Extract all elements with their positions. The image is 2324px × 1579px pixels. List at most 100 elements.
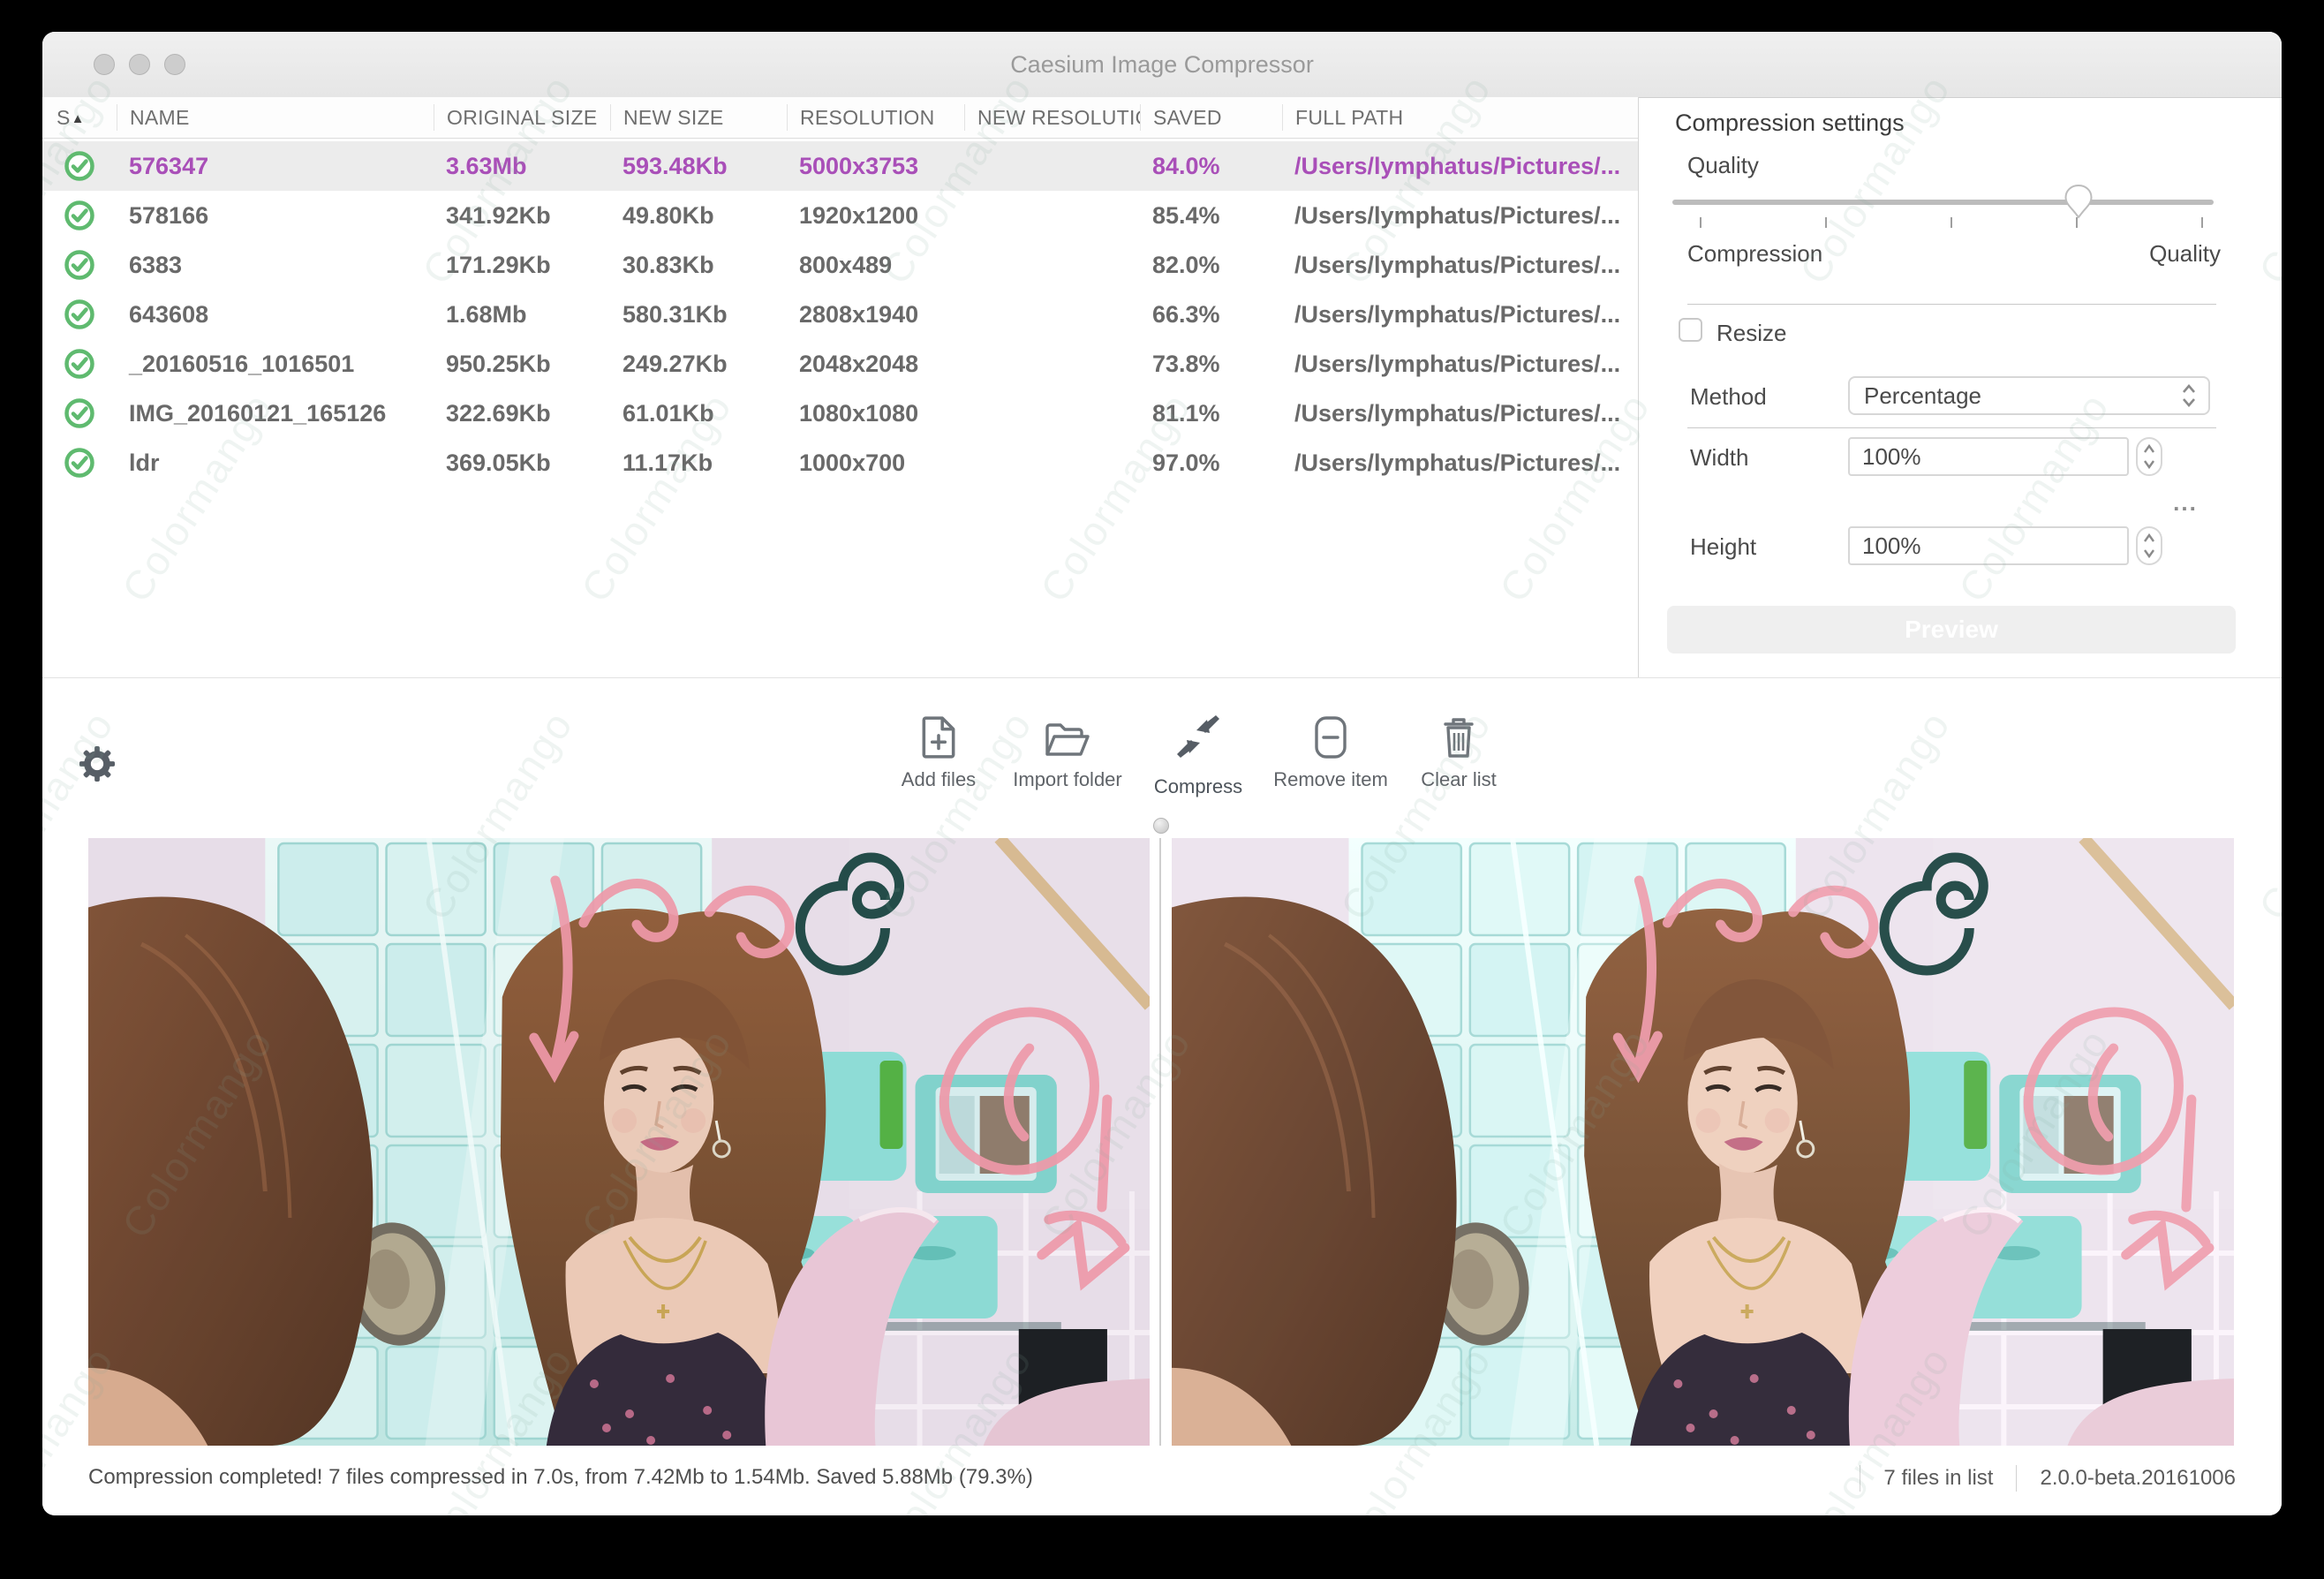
cell-status — [42, 150, 117, 182]
column-header-saved[interactable]: SAVED — [1140, 104, 1282, 131]
splitter-handle-icon[interactable] — [1153, 818, 1169, 834]
keep-ratio-more-button[interactable]: ... — [2166, 489, 2205, 517]
clear-list-label: Clear list — [1388, 768, 1529, 791]
cell-original-size: 369.05Kb — [434, 450, 610, 477]
cell-name: 578166 — [117, 202, 434, 230]
compress-label: Compress — [1128, 775, 1269, 798]
add-file-icon — [918, 715, 959, 759]
method-label: Method — [1690, 383, 1767, 411]
cell-full-path: /Users/lymphatus/Pictures/... — [1282, 153, 1638, 180]
table-row[interactable]: 578166341.92Kb49.80Kb1920x120085.4%/User… — [42, 191, 1638, 240]
app-version: 2.0.0-beta.20161006 — [2040, 1466, 2236, 1491]
column-header-full-path[interactable]: FULL PATH — [1282, 104, 1638, 131]
table-row[interactable]: 6436081.68Mb580.31Kb2808x194066.3%/Users… — [42, 290, 1638, 339]
status-bar: Compression completed! 7 files compresse… — [42, 1446, 2282, 1515]
cell-original-size: 341.92Kb — [434, 202, 610, 230]
chevron-up-down-icon — [2142, 531, 2156, 561]
cell-status — [42, 397, 117, 429]
watermark-text: Colormango — [1949, 384, 2119, 610]
slider-tick — [2076, 217, 2078, 228]
cell-saved: 73.8% — [1140, 351, 1282, 378]
import-folder-button[interactable]: Import folder — [997, 714, 1138, 791]
import-folder-label: Import folder — [997, 768, 1138, 791]
folder-open-icon — [1044, 721, 1091, 759]
quality-slider[interactable] — [1672, 200, 2214, 205]
cell-original-size: 3.63Mb — [434, 153, 610, 180]
table-row[interactable]: IMG_20160121_165126322.69Kb61.01Kb1080x1… — [42, 389, 1638, 438]
quality-label: Quality — [1687, 152, 1759, 179]
cell-status — [42, 348, 117, 380]
table-row[interactable]: 6383171.29Kb30.83Kb800x48982.0%/Users/ly… — [42, 240, 1638, 290]
clear-list-button[interactable]: Clear list — [1388, 714, 1529, 791]
cell-name: 6383 — [117, 252, 434, 279]
column-header-original-size[interactable]: ORIGINAL SIZE — [434, 104, 610, 131]
preview-button[interactable]: Preview — [1667, 606, 2236, 654]
status-message: Compression completed! 7 files compresse… — [88, 1465, 1033, 1490]
cell-full-path: /Users/lymphatus/Pictures/... — [1282, 351, 1638, 378]
original-image-preview — [88, 838, 1150, 1446]
cell-name: ldr — [117, 450, 434, 477]
compressed-check-icon — [64, 348, 95, 380]
width-label: Width — [1690, 444, 1748, 472]
cell-resolution: 1000x700 — [787, 450, 964, 477]
chevron-up-down-icon — [2180, 382, 2198, 409]
chevron-up-down-icon — [2142, 442, 2156, 472]
cell-new-size: 61.01Kb — [610, 400, 787, 427]
compressed-check-icon — [64, 150, 95, 182]
watermark-text: Colormango — [2249, 66, 2282, 292]
compressed-image-preview — [1172, 838, 2234, 1446]
slider-tick — [2201, 217, 2203, 228]
toolbar-divider — [42, 677, 2282, 678]
column-header-new-size[interactable]: NEW SIZE — [610, 104, 787, 131]
cell-status — [42, 200, 117, 231]
table-row[interactable]: _20160516_1016501950.25Kb249.27Kb2048x20… — [42, 339, 1638, 389]
cell-resolution: 2808x1940 — [787, 301, 964, 329]
cell-status — [42, 298, 117, 330]
table-row[interactable]: ldr369.05Kb11.17Kb1000x70097.0%/Users/ly… — [42, 438, 1638, 487]
column-header-resolution[interactable]: RESOLUTION — [787, 104, 964, 131]
table-header: S▲ NAME ORIGINAL SIZE NEW SIZE RESOLUTIO… — [42, 97, 1638, 139]
method-select[interactable]: Percentage — [1848, 376, 2210, 415]
add-files-button[interactable]: Add files — [868, 714, 1009, 791]
preview-splitter[interactable] — [1159, 838, 1161, 1446]
add-files-label: Add files — [868, 768, 1009, 791]
cell-saved: 66.3% — [1140, 301, 1282, 329]
slider-tick — [1950, 217, 1952, 228]
title-bar: Caesium Image Compressor — [42, 32, 2282, 98]
width-stepper[interactable] — [2136, 437, 2162, 476]
cell-saved: 85.4% — [1140, 202, 1282, 230]
quality-slider-handle[interactable] — [2064, 184, 2094, 219]
settings-gear-icon[interactable] — [79, 745, 116, 782]
app-window: Caesium Image Compressor S▲ NAME ORIGINA… — [42, 32, 2282, 1515]
table-row[interactable]: 5763473.63Mb593.48Kb5000x375384.0%/Users… — [42, 141, 1638, 191]
cell-resolution: 1080x1080 — [787, 400, 964, 427]
method-value: Percentage — [1864, 382, 1981, 410]
height-input[interactable] — [1848, 526, 2129, 565]
column-header-status[interactable]: S▲ — [42, 104, 117, 131]
trash-icon — [1440, 715, 1477, 759]
remove-item-button[interactable]: Remove item — [1260, 714, 1401, 791]
cell-resolution: 800x489 — [787, 252, 964, 279]
cell-full-path: /Users/lymphatus/Pictures/... — [1282, 450, 1638, 477]
cell-name: IMG_20160121_165126 — [117, 400, 434, 427]
settings-divider-2 — [1687, 427, 2216, 428]
cell-full-path: /Users/lymphatus/Pictures/... — [1282, 202, 1638, 230]
cell-resolution: 2048x2048 — [787, 351, 964, 378]
compress-button[interactable]: Compress — [1128, 714, 1269, 798]
width-input[interactable] — [1848, 437, 2129, 476]
watermark-text: Colormango — [2249, 702, 2282, 928]
cell-full-path: /Users/lymphatus/Pictures/... — [1282, 301, 1638, 329]
height-stepper[interactable] — [2136, 526, 2162, 565]
resize-checkbox[interactable] — [1679, 318, 1702, 342]
cell-original-size: 171.29Kb — [434, 252, 610, 279]
compressed-check-icon — [64, 200, 95, 231]
file-list: 5763473.63Mb593.48Kb5000x375384.0%/Users… — [42, 141, 1638, 487]
height-label: Height — [1690, 533, 1756, 561]
window-title: Caesium Image Compressor — [42, 32, 2282, 97]
compressed-check-icon — [64, 447, 95, 479]
column-header-new-resolution[interactable]: NEW RESOLUTION — [964, 104, 1140, 131]
column-header-name[interactable]: NAME — [117, 104, 434, 131]
cell-saved: 97.0% — [1140, 450, 1282, 477]
cell-original-size: 322.69Kb — [434, 400, 610, 427]
cell-saved: 81.1% — [1140, 400, 1282, 427]
